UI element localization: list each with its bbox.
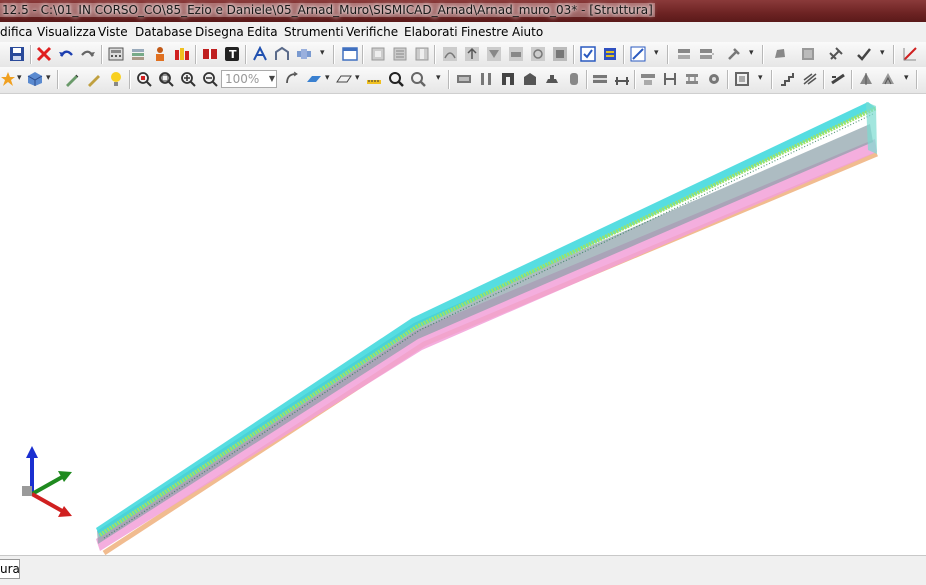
- materials-icon[interactable]: [174, 46, 190, 62]
- tab-struttura[interactable]: ura: [0, 559, 20, 579]
- section-2-icon[interactable]: [478, 71, 494, 87]
- foundation-strip: [102, 151, 878, 556]
- panel-5-icon[interactable]: [684, 71, 700, 87]
- menu-finestre[interactable]: Finestre: [461, 25, 508, 39]
- layer-stack-icon[interactable]: [800, 46, 816, 62]
- section-5-icon[interactable]: [544, 71, 560, 87]
- stack-2-icon[interactable]: [698, 46, 714, 62]
- frame-view-icon[interactable]: [734, 71, 750, 87]
- grid-3-icon[interactable]: [414, 46, 430, 62]
- calculator-icon[interactable]: [108, 46, 124, 62]
- funnel-icon[interactable]: [486, 46, 502, 62]
- gear-icon[interactable]: [706, 71, 722, 87]
- slab-icon[interactable]: [508, 46, 524, 62]
- wall-base-band: [96, 139, 877, 551]
- menu-edita[interactable]: Edita: [247, 25, 278, 39]
- section-1-icon[interactable]: [456, 71, 472, 87]
- arrow-up-icon[interactable]: [464, 46, 480, 62]
- zoom-out-icon[interactable]: [202, 71, 218, 87]
- window-icon[interactable]: [342, 46, 358, 62]
- delete-icon[interactable]: [36, 46, 52, 62]
- structure-icon[interactable]: [252, 46, 268, 62]
- plane-icon[interactable]: [306, 71, 322, 87]
- rotate-icon[interactable]: [284, 71, 300, 87]
- svg-text:T: T: [229, 48, 237, 61]
- query-icon[interactable]: [410, 71, 426, 87]
- zoom-window-icon[interactable]: [136, 71, 152, 87]
- book-icon[interactable]: [202, 46, 218, 62]
- shape-icon[interactable]: [772, 46, 788, 62]
- box-icon[interactable]: [552, 46, 568, 62]
- red-line-icon[interactable]: [902, 46, 918, 62]
- document-tab-bar: ura: [0, 555, 926, 585]
- structure-model: [96, 102, 878, 556]
- zoom-extents-icon[interactable]: [158, 71, 174, 87]
- checkmark-icon[interactable]: [856, 46, 872, 62]
- cube-view-icon[interactable]: [27, 71, 43, 87]
- menu-visualizza[interactable]: Visualizza: [37, 25, 96, 39]
- panel-1-icon[interactable]: [592, 71, 608, 87]
- text-icon[interactable]: T: [224, 46, 240, 62]
- layers-icon[interactable]: [130, 46, 146, 62]
- grid-2-icon[interactable]: [392, 46, 408, 62]
- menu-viste[interactable]: Viste: [98, 25, 128, 39]
- stairs-2-icon[interactable]: [802, 71, 818, 87]
- lightbulb-icon[interactable]: [108, 71, 124, 87]
- standard-toolbar: T ▾ ▾ ▾ ▾: [0, 42, 926, 68]
- panel-2-icon[interactable]: [614, 71, 630, 87]
- menu-bar: difica Visualizza Viste Database Disegna…: [0, 22, 926, 42]
- section-4-icon[interactable]: [522, 71, 538, 87]
- tools-icon[interactable]: [726, 46, 742, 62]
- chevron-down-icon: ▼: [268, 74, 275, 83]
- menu-elaborati[interactable]: Elaborati: [404, 25, 458, 39]
- box-outline-icon[interactable]: [336, 71, 352, 87]
- star-icon[interactable]: [0, 71, 16, 87]
- menu-aiuto[interactable]: Aiuto: [512, 25, 543, 39]
- zoom-in-icon[interactable]: [180, 71, 196, 87]
- pencil-1-icon[interactable]: [64, 71, 80, 87]
- tree-2-icon[interactable]: [880, 71, 896, 87]
- section-6-icon[interactable]: [566, 71, 582, 87]
- menu-verifiche[interactable]: Verifiche: [346, 25, 398, 39]
- axis-origin: [22, 486, 32, 496]
- zoom-level-select[interactable]: 100% ▼: [221, 70, 277, 88]
- zoom-level-value: 100%: [225, 72, 260, 86]
- check-box-icon[interactable]: [580, 46, 596, 62]
- tree-1-icon[interactable]: [858, 71, 874, 87]
- inspect-icon[interactable]: [388, 71, 404, 87]
- panel-4-icon[interactable]: [662, 71, 678, 87]
- undo-icon[interactable]: [58, 46, 74, 62]
- verify-icon[interactable]: [602, 46, 618, 62]
- axis-z-arrow: [26, 446, 38, 458]
- curve-icon[interactable]: [442, 46, 458, 62]
- menu-strumenti[interactable]: Strumenti: [284, 25, 344, 39]
- beam-icon[interactable]: [296, 46, 312, 62]
- tab-struttura-label: ura: [0, 562, 20, 576]
- window-title: 12.5 - C:\01_IN CORSO_CO\85_Ezio e Danie…: [0, 3, 655, 17]
- stack-1-icon[interactable]: [676, 46, 692, 62]
- menu-disegna[interactable]: Disegna: [195, 25, 244, 39]
- person-icon[interactable]: [152, 46, 168, 62]
- section-3-icon[interactable]: [500, 71, 516, 87]
- hammer-icon[interactable]: [828, 46, 844, 62]
- pencil-2-icon[interactable]: [86, 71, 102, 87]
- frame-icon[interactable]: [274, 46, 290, 62]
- axis-gizmo: [22, 446, 72, 517]
- panel-3-icon[interactable]: [640, 71, 656, 87]
- save-icon[interactable]: [9, 46, 25, 62]
- line-tool-icon[interactable]: [630, 46, 646, 62]
- title-bar: 12.5 - C:\01_IN CORSO_CO\85_Ezio e Danie…: [0, 0, 926, 22]
- measure-icon[interactable]: [366, 71, 382, 87]
- stairs-1-icon[interactable]: [780, 71, 796, 87]
- stairs-3-icon[interactable]: [830, 71, 846, 87]
- menu-modifica[interactable]: difica: [0, 25, 32, 39]
- redo-icon[interactable]: [80, 46, 96, 62]
- circle-icon[interactable]: [530, 46, 546, 62]
- view-toolbar: ▾ ▾ 100% ▼ ▾ ▾ ▾ ▾ ▾: [0, 67, 926, 94]
- structure-3d-viewport[interactable]: [0, 94, 926, 556]
- menu-database[interactable]: Database: [135, 25, 192, 39]
- grid-1-icon[interactable]: [370, 46, 386, 62]
